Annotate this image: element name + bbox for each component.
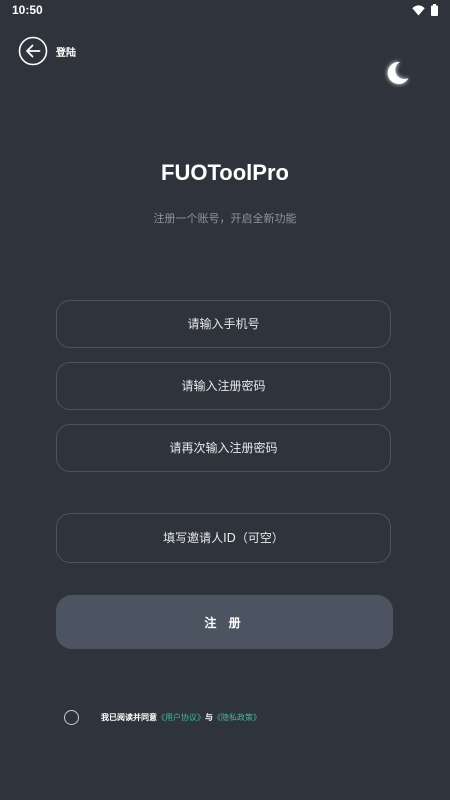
inviter-id-input[interactable]	[57, 513, 390, 563]
agreement-checkbox[interactable]	[64, 710, 79, 725]
register-button[interactable]: 注 册	[56, 595, 393, 649]
agreement-conjunction: 与	[205, 713, 213, 722]
password-confirm-input[interactable]	[57, 424, 390, 472]
back-arrow-icon	[18, 36, 48, 66]
phone-input[interactable]	[57, 300, 390, 348]
status-bar: 10:50	[0, 0, 450, 22]
subtitle: 注册一个账号，开启全新功能	[153, 212, 297, 225]
wifi-icon	[412, 4, 425, 15]
user-agreement-link[interactable]: 《用户协议》	[157, 712, 205, 723]
privacy-policy-link[interactable]: 《隐私政策》	[213, 712, 261, 723]
theme-toggle-button[interactable]	[380, 56, 414, 90]
status-icons	[412, 4, 438, 16]
phone-field	[56, 300, 391, 348]
app-title: FUOToolPro	[161, 160, 289, 185]
agreement-prefix: 我已阅读并同意	[101, 713, 157, 722]
inviter-field	[56, 513, 391, 563]
battery-icon	[431, 4, 438, 16]
password-input[interactable]	[57, 362, 390, 410]
back-button[interactable]: 登陆	[18, 36, 76, 66]
status-time: 10:50	[12, 3, 43, 17]
password-field	[56, 362, 391, 410]
password-confirm-field	[56, 424, 391, 472]
back-label: 登陆	[56, 47, 76, 59]
moon-icon	[387, 61, 409, 84]
agreement-row: 我已阅读并同意 《用户协议》 与 《隐私政策》	[64, 710, 261, 725]
agreement-text: 我已阅读并同意 《用户协议》 与 《隐私政策》	[101, 712, 261, 723]
